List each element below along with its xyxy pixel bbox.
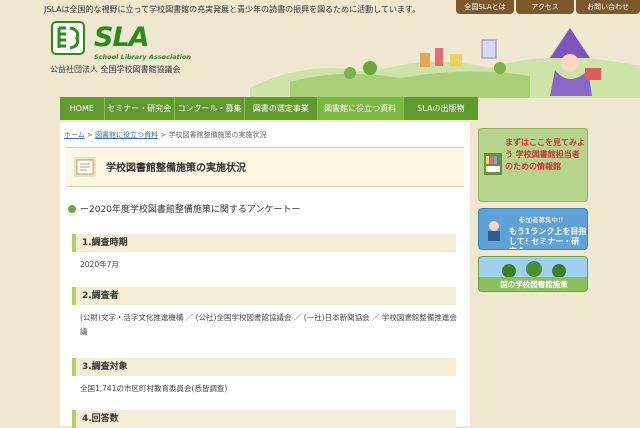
document-icon bbox=[74, 157, 96, 177]
banner-national-policy-text: 国の学校図書館施策 bbox=[500, 280, 568, 289]
breadcrumb-parent[interactable]: 図書館に役立つ資料 bbox=[95, 131, 158, 139]
site-tagline: JSLAは全国的な視野に立って学校図書館の充実発展と青少年の読書の振興を図るため… bbox=[44, 5, 421, 14]
nav-publications[interactable]: SLAの出版物 bbox=[404, 97, 478, 120]
breadcrumb-separator: > bbox=[87, 131, 93, 139]
logo-japanese: 公益社団法人 全国学校図書館協議会 bbox=[50, 65, 181, 74]
top-bar: JSLAは全国的な視野に立って学校図書館の充実発展と青少年の読書の振興を図るため… bbox=[0, 0, 640, 17]
breadcrumb-separator: > bbox=[160, 131, 167, 139]
section-heading-survey-target: 3.調査対象 bbox=[72, 358, 456, 376]
section-body-survey-period: 2020年7月 bbox=[80, 260, 119, 269]
about-link[interactable]: 全国SLAとは bbox=[456, 0, 514, 14]
logo-english: School Library Association bbox=[94, 53, 192, 61]
section-heading-survey-period: 1.調査時期 bbox=[72, 234, 456, 252]
bullet-icon bbox=[68, 205, 76, 213]
logo-emblem-icon bbox=[51, 21, 85, 55]
survey-subheading-text: ー2020年度学校図書館整備施策に関するアンケートー bbox=[80, 205, 301, 215]
section-body-survey-target: 全国1,741の市区町村教育委員会(悉皆調査) bbox=[80, 384, 228, 393]
site-logo[interactable]: SLA School Library Association 公益社団法人 全国… bbox=[50, 20, 191, 75]
banner-seminar[interactable]: 参加者募集中!! もう1ランク上を目指して! セミナー・研究会 bbox=[478, 208, 588, 250]
nav-useful-materials[interactable]: 図書館に役立つ資料 bbox=[317, 97, 404, 120]
banner-seminar-badge: 参加者募集中!! bbox=[519, 216, 564, 224]
access-link[interactable]: アクセス bbox=[516, 0, 574, 14]
bookshelf-icon bbox=[484, 153, 502, 175]
banner-seminar-text: もう1ランク上を目指して! セミナー・研究会 bbox=[509, 227, 587, 249]
banner-info-center[interactable]: まずはここを見てみよう 学校図書館担当者のための情報館 bbox=[478, 128, 588, 202]
section-body-surveyor: (公財)文字・活字文化推進機構 ／ (公社)全国学校図書館協議会 ／ (一社)日… bbox=[80, 313, 457, 336]
breadcrumb: ホーム > 図書館に役立つ資料 > 学校図書館整備施策の実施状況 bbox=[64, 130, 266, 140]
logo-word: SLA bbox=[94, 22, 150, 53]
banner-national-policy[interactable]: 国の学校図書館施策 bbox=[478, 256, 588, 292]
banner-info-center-text: まずはここを見てみよう 学校図書館担当者のための情報館 bbox=[505, 138, 585, 171]
global-nav: HOME セミナー・研究会 コンクール・募集 図書の選定事業 図書館に役立つ資料… bbox=[60, 97, 478, 120]
trees-icon bbox=[479, 257, 587, 277]
page-title: 学校図書館整備施策の実施状況 bbox=[106, 163, 246, 174]
section-heading-responses: 4.回答数 bbox=[72, 410, 456, 428]
main-content: ホーム > 図書館に役立つ資料 > 学校図書館整備施策の実施状況 学校図書館整備… bbox=[60, 122, 470, 428]
breadcrumb-current: 学校図書館整備施策の実施状況 bbox=[168, 131, 267, 139]
nav-home[interactable]: HOME bbox=[60, 97, 105, 120]
person-icon bbox=[488, 221, 500, 241]
top-nav: 全国SLAとは アクセス お問い合わせ bbox=[456, 0, 640, 14]
page-title-box: 学校図書館整備施策の実施状況 bbox=[66, 147, 464, 187]
nav-book-selection[interactable]: 図書の選定事業 bbox=[245, 97, 318, 120]
breadcrumb-home[interactable]: ホーム bbox=[64, 131, 85, 139]
nav-contest[interactable]: コンクール・募集 bbox=[175, 97, 246, 120]
header-illustration bbox=[250, 28, 640, 98]
section-heading-surveyor: 2.調査者 bbox=[72, 287, 456, 305]
survey-subheading: ー2020年度学校図書館整備施策に関するアンケートー bbox=[68, 202, 301, 215]
contact-link[interactable]: お問い合わせ bbox=[576, 0, 640, 14]
nav-seminar[interactable]: セミナー・研究会 bbox=[105, 97, 175, 120]
